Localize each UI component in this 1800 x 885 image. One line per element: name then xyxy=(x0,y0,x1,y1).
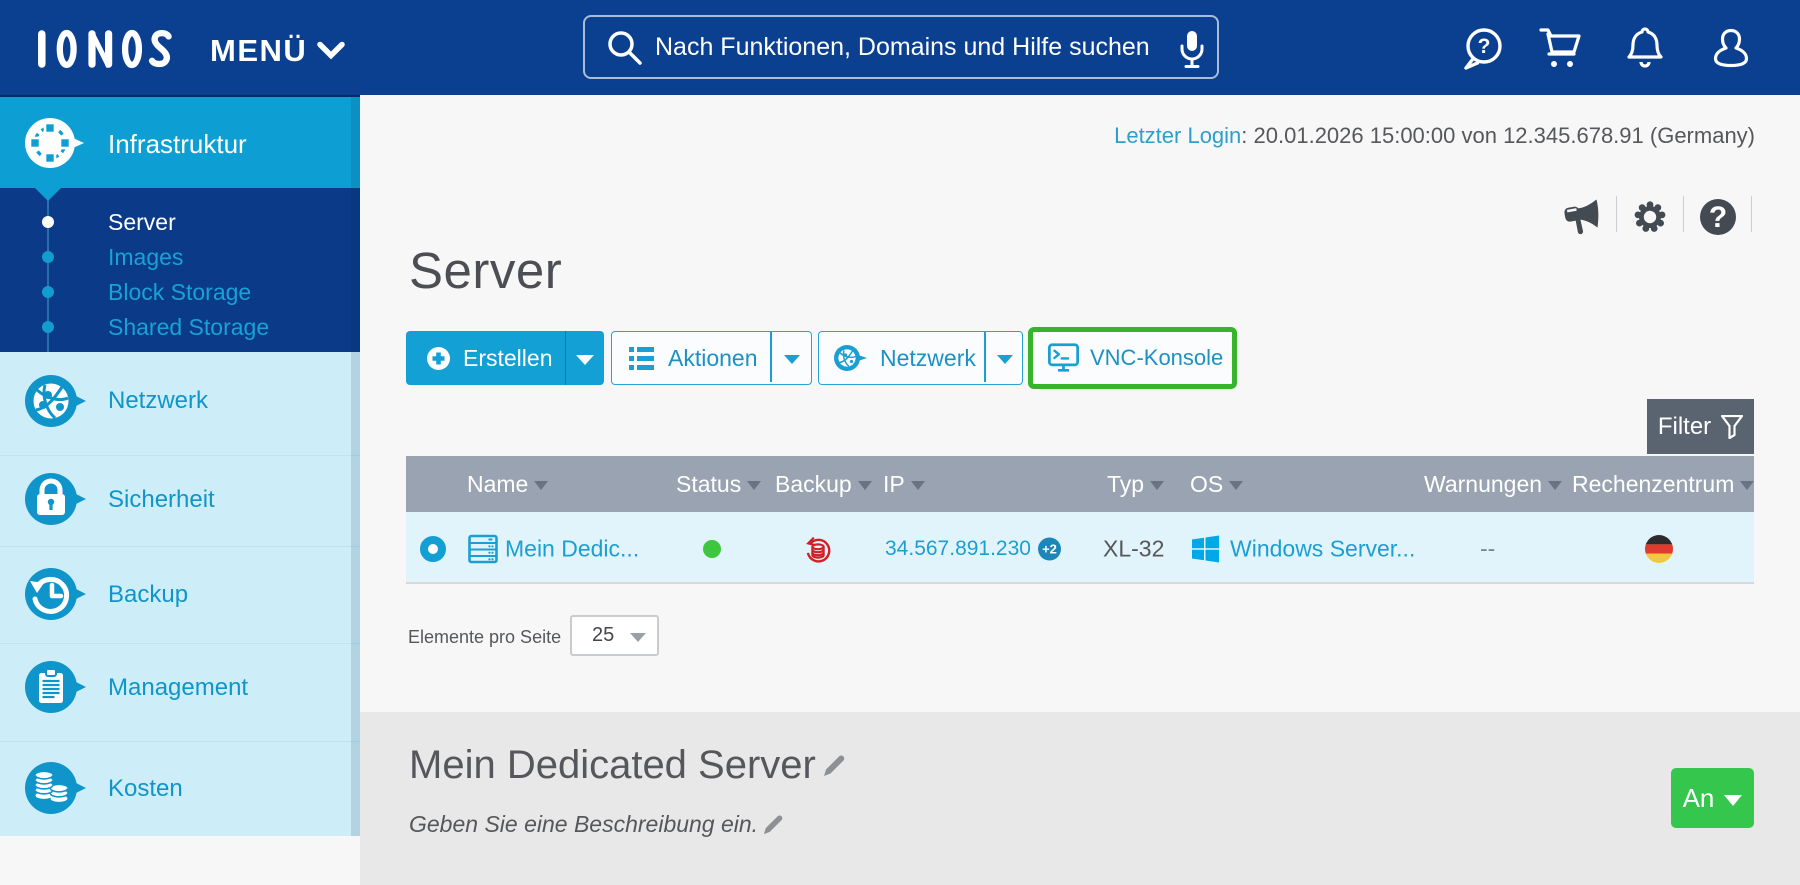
svg-text:?: ? xyxy=(1478,35,1491,58)
svg-text:?: ? xyxy=(1709,201,1727,234)
